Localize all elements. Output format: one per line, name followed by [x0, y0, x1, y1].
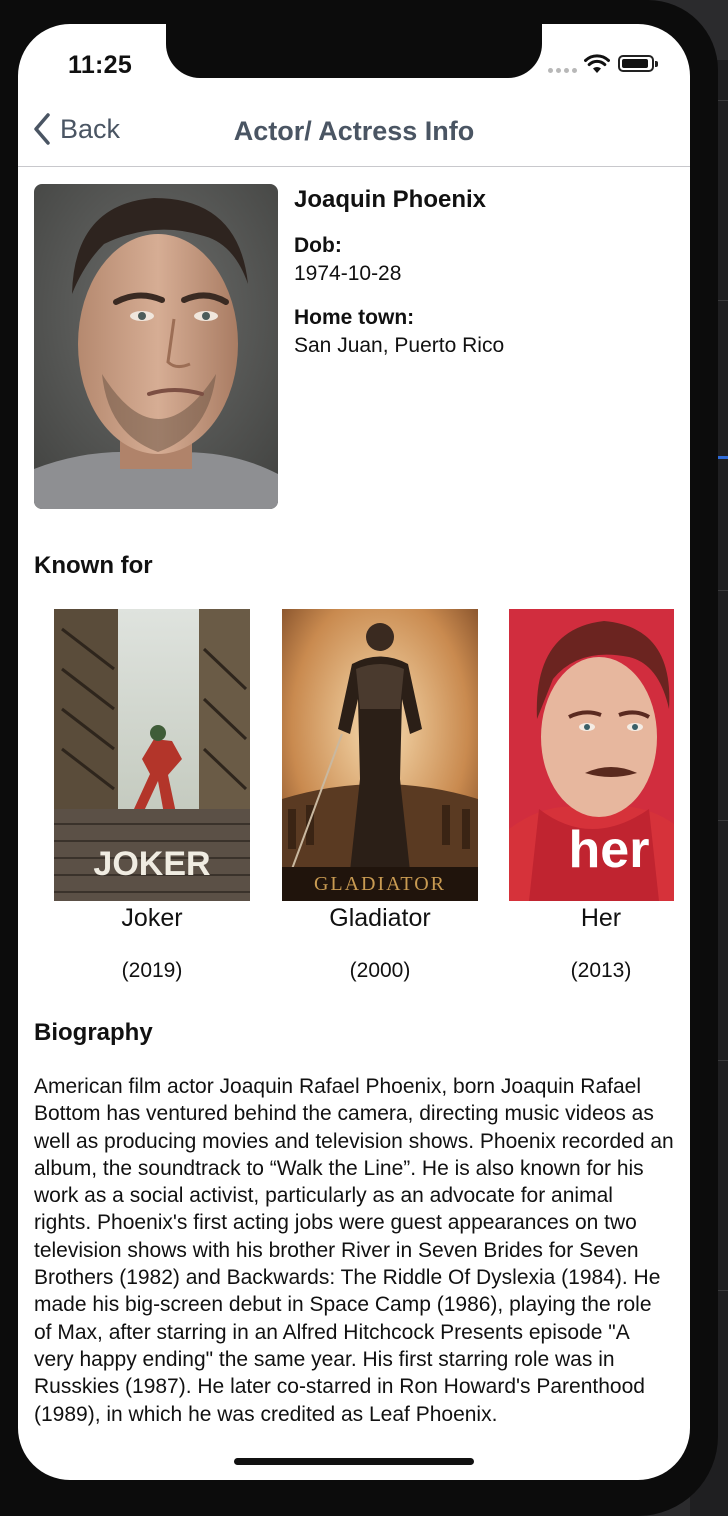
cellular-signal-icon: [548, 68, 577, 73]
poster-title-text: GLADIATOR: [314, 873, 446, 895]
dob-value: 1974-10-28: [294, 262, 402, 285]
page-title: Actor/ Actress Info: [233, 116, 475, 146]
movie-card-gladiator[interactable]: GLADIATOR Gladiator (2000): [282, 609, 478, 982]
notch: [166, 24, 542, 78]
dob-label: Dob:: [294, 234, 342, 257]
biography-text: American film actor Joaquin Rafael Phoen…: [34, 1075, 674, 1426]
movie-title: Her: [580, 904, 622, 932]
movie-year: (2013): [570, 959, 632, 982]
poster-title-text: her: [569, 821, 650, 879]
poster-title-text: JOKER: [93, 845, 210, 883]
movie-card-joker[interactable]: JOKER Joker (2019): [54, 609, 250, 982]
actor-name: Joaquin Phoenix: [294, 186, 487, 213]
hometown-label: Home town:: [294, 306, 415, 329]
battery-icon: [618, 55, 658, 72]
phone-frame: 11:25 Back Actor/ Actress Info Joaquin P…: [0, 0, 718, 1516]
movie-poster: her: [509, 609, 674, 901]
navigation-bar: Back Actor/ Actress Info: [18, 100, 690, 167]
movie-poster: JOKER: [54, 609, 250, 901]
movie-title: Joker: [121, 904, 183, 932]
home-indicator[interactable]: [234, 1458, 474, 1465]
movie-year: (2019): [121, 959, 183, 982]
wifi-icon: [584, 54, 610, 73]
movie-poster: GLADIATOR: [282, 609, 478, 901]
biography-heading: Biography: [34, 1019, 153, 1046]
movie-card-her[interactable]: her Her (2013): [509, 609, 674, 982]
status-time: 11:25: [68, 51, 133, 79]
actor-photo: [34, 184, 278, 509]
movie-year: (2000): [349, 959, 411, 982]
phone-screen: 11:25 Back Actor/ Actress Info Joaquin P…: [18, 24, 690, 1480]
hometown-value: San Juan, Puerto Rico: [294, 334, 505, 357]
movie-title: Gladiator: [329, 904, 431, 932]
known-for-heading: Known for: [34, 552, 153, 579]
